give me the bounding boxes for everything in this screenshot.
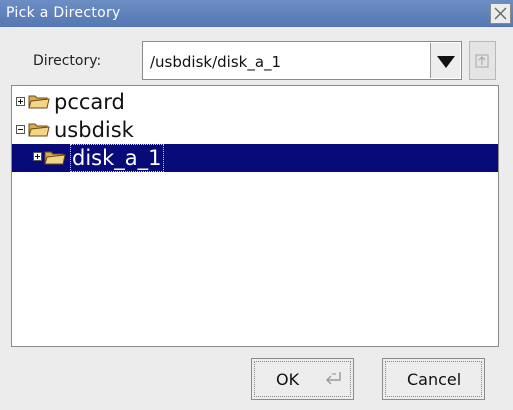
window-title: Pick a Directory [6,5,121,21]
expand-plus-icon[interactable] [16,97,25,106]
parent-directory-button[interactable] [469,41,496,80]
tree-node-label: usbdisk [54,118,134,142]
folder-up-icon [475,54,489,68]
directory-label: Directory: [33,53,102,69]
expand-plus-icon[interactable] [33,152,42,161]
directory-combobox[interactable]: /usbdisk/disk_a_1 [142,41,462,80]
collapse-minus-icon[interactable] [16,125,25,134]
folder-icon [28,95,50,109]
enter-key-icon [326,372,341,385]
triangle-down-icon [437,56,455,68]
tree-node-label: disk_a_1 [70,144,164,172]
tree-node-disk-a-1[interactable]: disk_a_1 [12,144,498,172]
tree-node-usbdisk[interactable]: usbdisk [12,117,498,145]
directory-path-value[interactable]: /usbdisk/disk_a_1 [150,53,281,71]
cancel-button-label: Cancel [407,370,462,389]
tree-node-label: pccard [54,90,125,114]
folder-icon [28,123,50,137]
folder-icon [44,151,66,165]
directory-tree[interactable]: pccard usbdisk disk_a_1 [11,85,499,347]
title-bar: Pick a Directory [0,0,513,27]
ok-button[interactable]: OK [251,358,354,400]
ok-button-label: OK [276,370,300,389]
cancel-button[interactable]: Cancel [382,358,485,400]
directory-dropdown-button[interactable] [430,43,460,78]
tree-node-pccard[interactable]: pccard [12,89,498,117]
close-button[interactable] [490,3,511,24]
close-icon [494,7,507,20]
